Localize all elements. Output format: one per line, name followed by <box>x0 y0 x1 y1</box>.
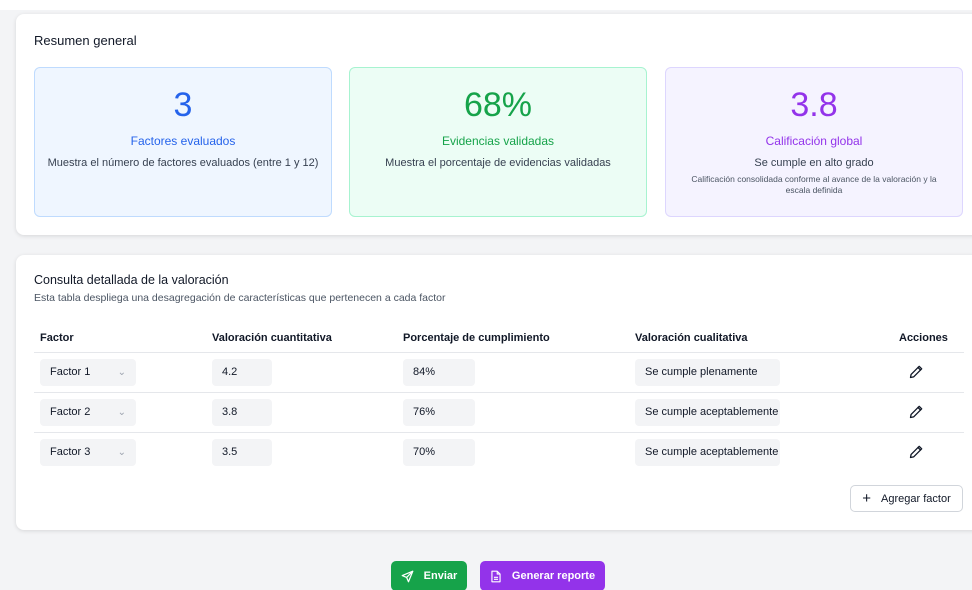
quantitative-value[interactable]: 4.2 <box>212 359 272 386</box>
summary-card: Resumen general 3 Factores evaluados Mue… <box>16 14 972 235</box>
chevron-down-icon: ⌄ <box>117 447 126 458</box>
generate-report-button[interactable]: Generar reporte <box>480 561 605 590</box>
pencil-icon[interactable] <box>908 364 924 380</box>
factor-select-value: Factor 1 <box>50 366 91 378</box>
quantitative-value[interactable]: 3.5 <box>212 439 272 466</box>
add-factor-label: Agregar factor <box>881 492 951 505</box>
stat-value: 68% <box>463 86 533 124</box>
pencil-icon[interactable] <box>908 404 924 420</box>
stat-note: Calificación consolidada conforme al ava… <box>691 174 937 195</box>
top-strip <box>0 0 972 10</box>
stat-label: Factores evaluados <box>130 134 236 148</box>
stat-value: 3 <box>173 86 193 124</box>
detail-card: Consulta detallada de la valoración Esta… <box>16 255 972 530</box>
stat-card-factors: 3 Factores evaluados Muestra el número d… <box>34 67 332 217</box>
column-header-actions: Acciones <box>899 332 948 344</box>
percentage-value[interactable]: 84% <box>403 359 475 386</box>
table-row: Factor 3 ⌄ 3.5 70% Se cumple aceptableme… <box>16 433 972 473</box>
column-header-quantitative: Valoración cuantitativa <box>212 332 332 344</box>
generate-report-label: Generar reporte <box>511 570 596 582</box>
stat-description: Se cumple en alto grado <box>754 157 874 169</box>
stat-description: Muestra el número de factores evaluados … <box>47 157 319 169</box>
chevron-down-icon: ⌄ <box>117 367 126 378</box>
table-row: Factor 1 ⌄ 4.2 84% Se cumple plenamente <box>16 353 972 393</box>
column-header-percentage: Porcentaje de cumplimiento <box>403 332 550 344</box>
send-label: Enviar <box>423 570 458 582</box>
column-header-qualitative: Valoración cualitativa <box>635 332 748 344</box>
stat-card-global-score: 3.8 Calificación global Se cumple en alt… <box>665 67 963 217</box>
factor-select[interactable]: Factor 2 ⌄ <box>40 399 136 426</box>
qualitative-value[interactable]: Se cumple aceptablemente <box>635 399 780 426</box>
detail-subtitle: Esta tabla despliega una desagregación d… <box>34 292 446 304</box>
percentage-value[interactable]: 70% <box>403 439 475 466</box>
factor-select[interactable]: Factor 1 ⌄ <box>40 359 136 386</box>
qualitative-value[interactable]: Se cumple aceptablemente <box>635 439 780 466</box>
pencil-icon[interactable] <box>908 444 924 460</box>
stat-description: Muestra el porcentaje de evidencias vali… <box>385 157 611 169</box>
send-button[interactable]: Enviar <box>391 561 467 590</box>
detail-title: Consulta detallada de la valoración <box>34 273 229 287</box>
qualitative-value[interactable]: Se cumple plenamente <box>635 359 780 386</box>
stat-label: Evidencias validadas <box>441 134 555 148</box>
plus-icon: + <box>862 490 872 507</box>
summary-title: Resumen general <box>34 33 137 48</box>
add-factor-button[interactable]: + Agregar factor <box>850 485 963 512</box>
document-icon <box>491 570 501 582</box>
factor-select-value: Factor 3 <box>50 446 91 458</box>
stat-label: Calificación global <box>765 134 863 148</box>
quantitative-value[interactable]: 3.8 <box>212 399 272 426</box>
percentage-value[interactable]: 76% <box>403 399 475 426</box>
table-row: Factor 2 ⌄ 3.8 76% Se cumple aceptableme… <box>16 393 972 433</box>
send-icon <box>401 570 414 582</box>
stat-value: 3.8 <box>790 86 838 124</box>
column-header-factor: Factor <box>40 332 74 344</box>
chevron-down-icon: ⌄ <box>117 407 126 418</box>
factor-select-value: Factor 2 <box>50 406 91 418</box>
stat-card-evidence: 68% Evidencias validadas Muestra el porc… <box>349 67 647 217</box>
factor-select[interactable]: Factor 3 ⌄ <box>40 439 136 466</box>
